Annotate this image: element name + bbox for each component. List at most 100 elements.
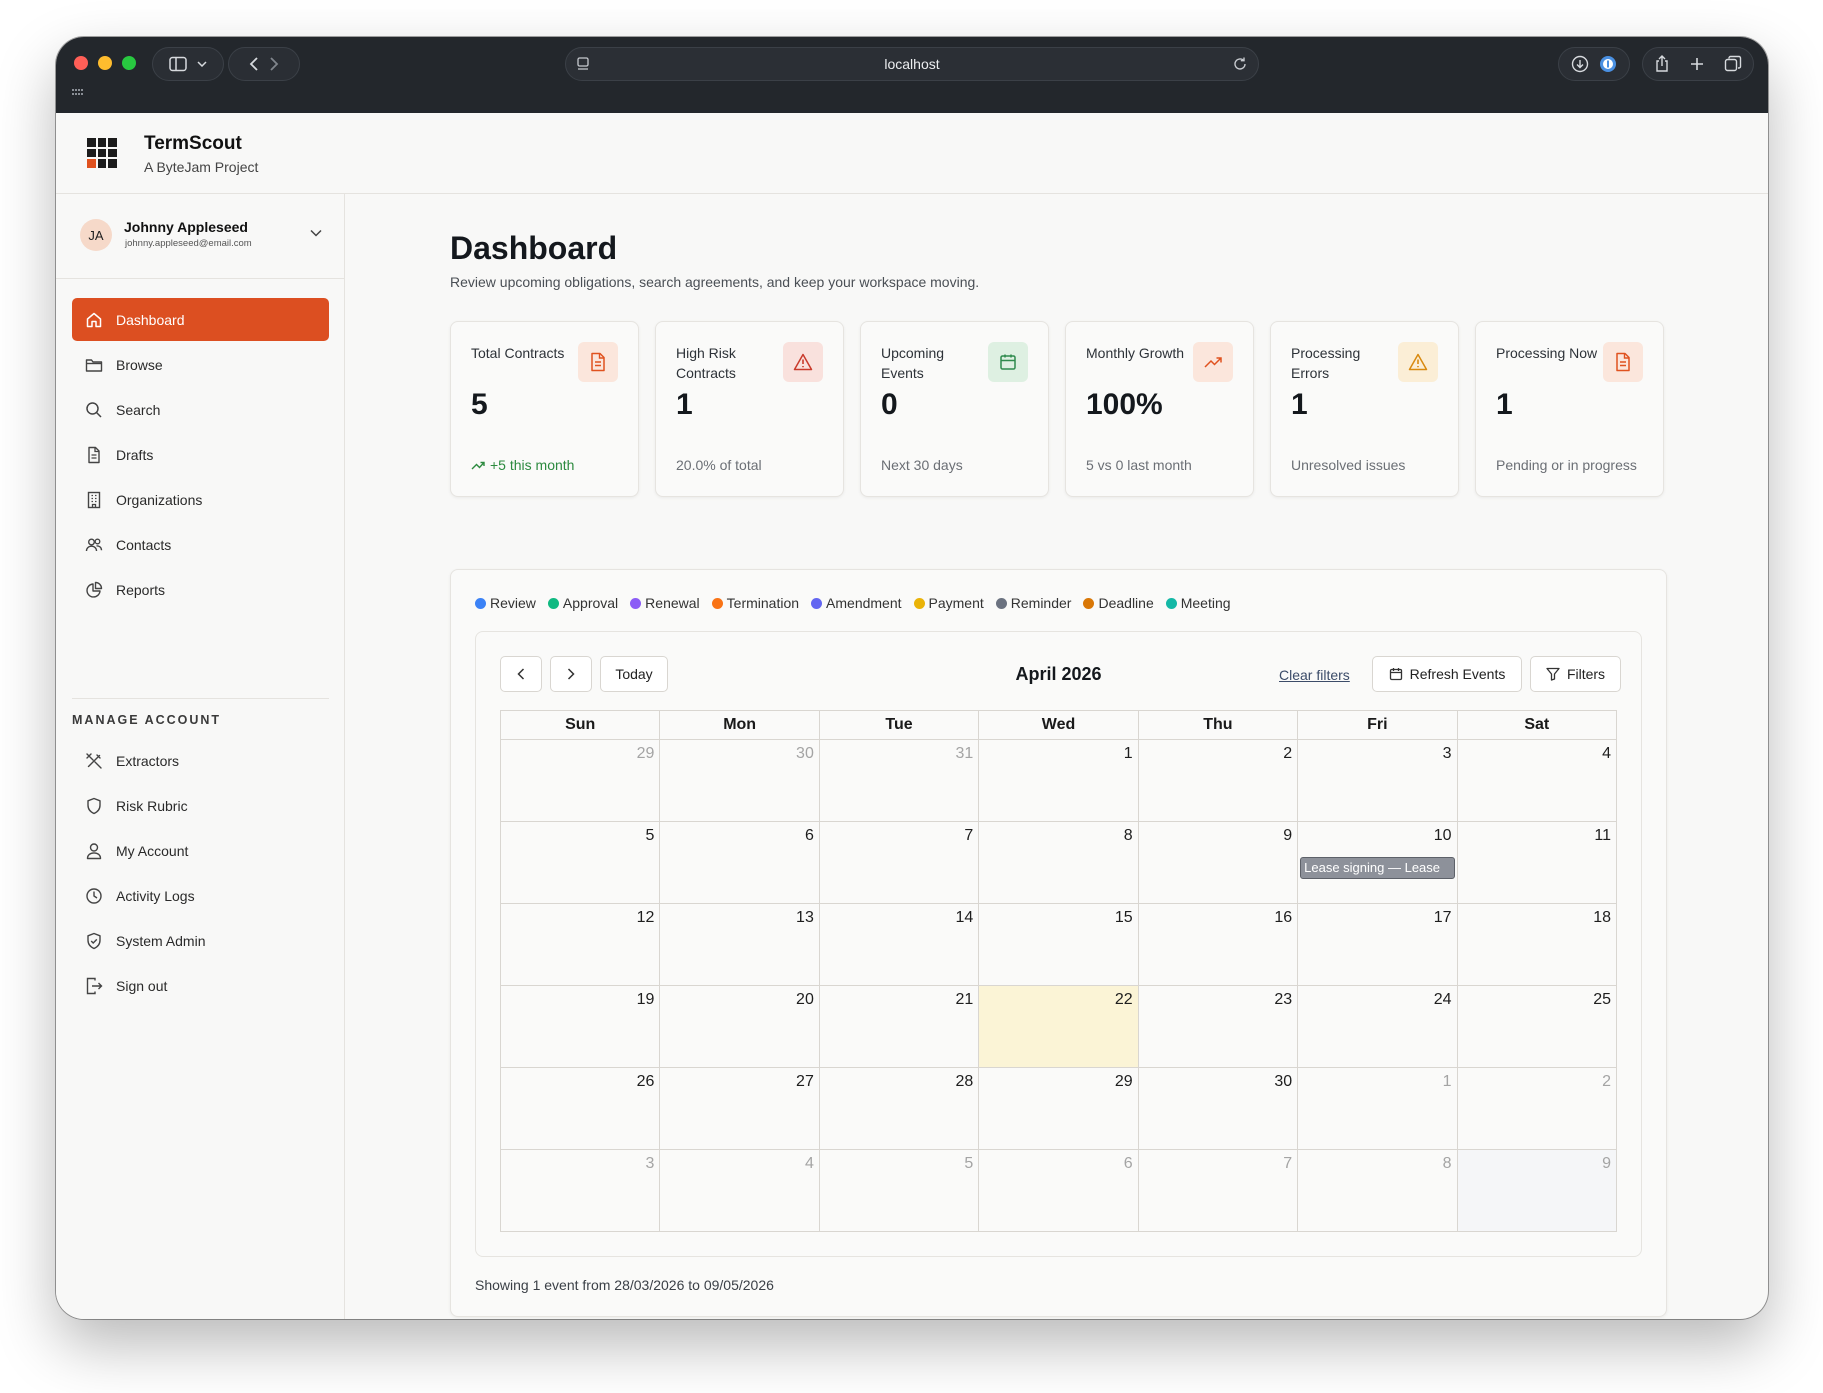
day-cell[interactable]: 29 xyxy=(979,1068,1139,1150)
day-cell[interactable]: 7 xyxy=(819,822,980,904)
day-cell[interactable]: 1 xyxy=(1298,1068,1458,1150)
clear-filters-link[interactable]: Clear filters xyxy=(1279,667,1350,683)
day-cell[interactable]: 6 xyxy=(979,1150,1139,1232)
day-cell[interactable]: 16 xyxy=(1138,904,1299,986)
sidebar-item-browse[interactable]: Browse xyxy=(72,343,329,386)
day-cell[interactable]: 9 xyxy=(1138,822,1299,904)
share-icon[interactable] xyxy=(1654,55,1670,73)
stat-card-processing-now[interactable]: Processing Now 1 Pending or in progress xyxy=(1475,321,1664,497)
user-menu[interactable]: JA Johnny Appleseed johnny.appleseed@ema… xyxy=(56,194,344,279)
legend-item[interactable]: Deadline xyxy=(1083,595,1154,611)
filters-button[interactable]: Filters xyxy=(1530,656,1621,692)
day-cell[interactable]: 24 xyxy=(1298,986,1458,1068)
sidebar-item-activity-logs[interactable]: Activity Logs xyxy=(72,874,329,917)
new-tab-icon[interactable] xyxy=(1690,57,1704,71)
day-cell[interactable]: 15 xyxy=(979,904,1139,986)
download-icon[interactable] xyxy=(1571,55,1589,73)
forward-icon[interactable] xyxy=(269,56,279,72)
day-cell[interactable]: 8 xyxy=(979,822,1139,904)
maximize-window-button[interactable] xyxy=(122,56,136,70)
sidebar-item-risk-rubric[interactable]: Risk Rubric xyxy=(72,784,329,827)
stat-card-monthly-growth[interactable]: Monthly Growth 100% 5 vs 0 last month xyxy=(1065,321,1254,497)
day-cell[interactable]: 14 xyxy=(819,904,980,986)
stat-card-high-risk-contracts[interactable]: High Risk Contracts 1 20.0% of total xyxy=(655,321,844,497)
previous-month-button[interactable] xyxy=(500,656,542,692)
sidebar-item-search[interactable]: Search xyxy=(72,388,329,431)
day-cell[interactable]: 11 xyxy=(1457,822,1617,904)
sidebar-item-sign-out[interactable]: Sign out xyxy=(72,964,329,1007)
sidebar-item-system-admin[interactable]: System Admin xyxy=(72,919,329,962)
day-cell[interactable]: 2 xyxy=(1457,1068,1617,1150)
sidebar-item-extractors[interactable]: Extractors xyxy=(72,739,329,782)
sidebar-item-reports[interactable]: Reports xyxy=(72,568,329,611)
refresh-events-button[interactable]: Refresh Events xyxy=(1372,656,1522,692)
next-month-button[interactable] xyxy=(550,656,592,692)
stat-card-upcoming-events[interactable]: Upcoming Events 0 Next 30 days xyxy=(860,321,1049,497)
day-cell[interactable]: 28 xyxy=(819,1068,980,1150)
legend-item[interactable]: Termination xyxy=(711,595,799,611)
sidebar-item-organizations[interactable]: Organizations xyxy=(72,478,329,521)
sidebar-item-label: Search xyxy=(116,401,161,418)
day-number: 31 xyxy=(955,745,974,762)
day-cell[interactable]: 25 xyxy=(1457,986,1617,1068)
day-cell[interactable]: 13 xyxy=(660,904,820,986)
day-cell[interactable]: 31 xyxy=(819,740,980,822)
sidebar-item-my-account[interactable]: My Account xyxy=(72,829,329,872)
close-window-button[interactable] xyxy=(74,56,88,70)
day-cell[interactable]: 9 xyxy=(1457,1150,1617,1232)
sidebar-item-drafts[interactable]: Drafts xyxy=(72,433,329,476)
day-cell[interactable]: 29 xyxy=(501,740,661,822)
stat-card-total-contracts[interactable]: Total Contracts 5 +5 this month xyxy=(450,321,639,497)
legend-item[interactable]: Payment xyxy=(913,595,984,611)
legend-item[interactable]: Amendment xyxy=(811,595,902,611)
day-cell[interactable]: 27 xyxy=(660,1068,820,1150)
page-settings-icon[interactable] xyxy=(576,57,590,71)
day-cell[interactable]: 30 xyxy=(660,740,820,822)
day-cell[interactable]: 18 xyxy=(1457,904,1617,986)
day-cell[interactable]: 17 xyxy=(1298,904,1458,986)
back-icon[interactable] xyxy=(249,56,259,72)
legend-item[interactable]: Review xyxy=(475,595,536,611)
legend-item[interactable]: Renewal xyxy=(630,595,700,611)
day-cell[interactable]: 4 xyxy=(660,1150,820,1232)
day-cell[interactable]: 23 xyxy=(1138,986,1299,1068)
legend-item[interactable]: Approval xyxy=(547,595,618,611)
day-number: 24 xyxy=(1433,991,1452,1008)
day-cell-today[interactable]: 22 xyxy=(979,986,1139,1068)
day-cell[interactable]: 12 xyxy=(501,904,661,986)
day-cell[interactable]: 26 xyxy=(501,1068,661,1150)
day-cell[interactable]: 2 xyxy=(1138,740,1299,822)
reload-icon[interactable] xyxy=(1232,56,1248,72)
day-cell[interactable]: 3 xyxy=(501,1150,661,1232)
sidebar-toggle-button[interactable] xyxy=(152,47,224,81)
browser-toolbar: localhost xyxy=(56,37,1768,113)
termscout-logo[interactable] xyxy=(87,138,117,168)
day-cell[interactable]: 20 xyxy=(660,986,820,1068)
day-cell[interactable]: 8 xyxy=(1298,1150,1458,1232)
day-cell[interactable]: 5 xyxy=(819,1150,980,1232)
day-cell[interactable]: 3 xyxy=(1298,740,1458,822)
tab-overview-icon[interactable] xyxy=(1724,55,1742,73)
today-button[interactable]: Today xyxy=(600,656,668,692)
day-cell[interactable]: 21 xyxy=(819,986,980,1068)
day-cell[interactable]: 7 xyxy=(1138,1150,1299,1232)
address-bar[interactable]: localhost xyxy=(565,47,1259,81)
history-nav xyxy=(228,47,300,81)
sidebar-item-contacts[interactable]: Contacts xyxy=(72,523,329,566)
day-cell[interactable]: 10 Lease signing — Lease xyxy=(1298,822,1458,904)
minimize-window-button[interactable] xyxy=(98,56,112,70)
password-manager-icon[interactable] xyxy=(1599,55,1617,73)
day-cell[interactable]: 30 xyxy=(1138,1068,1299,1150)
calendar-event[interactable]: Lease signing — Lease xyxy=(1300,857,1455,879)
sidebar-item-dashboard[interactable]: Dashboard xyxy=(72,298,329,341)
legend-item[interactable]: Meeting xyxy=(1165,595,1231,611)
stat-value: 1 xyxy=(676,388,693,421)
day-cell[interactable]: 5 xyxy=(501,822,661,904)
legend-item[interactable]: Reminder xyxy=(995,595,1071,611)
stat-card-processing-errors[interactable]: Processing Errors 1 Unresolved issues xyxy=(1270,321,1459,497)
day-cell[interactable]: 4 xyxy=(1457,740,1617,822)
day-cell[interactable]: 19 xyxy=(501,986,661,1068)
day-cell[interactable]: 1 xyxy=(979,740,1139,822)
day-cell[interactable]: 6 xyxy=(660,822,820,904)
section-divider xyxy=(72,698,329,699)
